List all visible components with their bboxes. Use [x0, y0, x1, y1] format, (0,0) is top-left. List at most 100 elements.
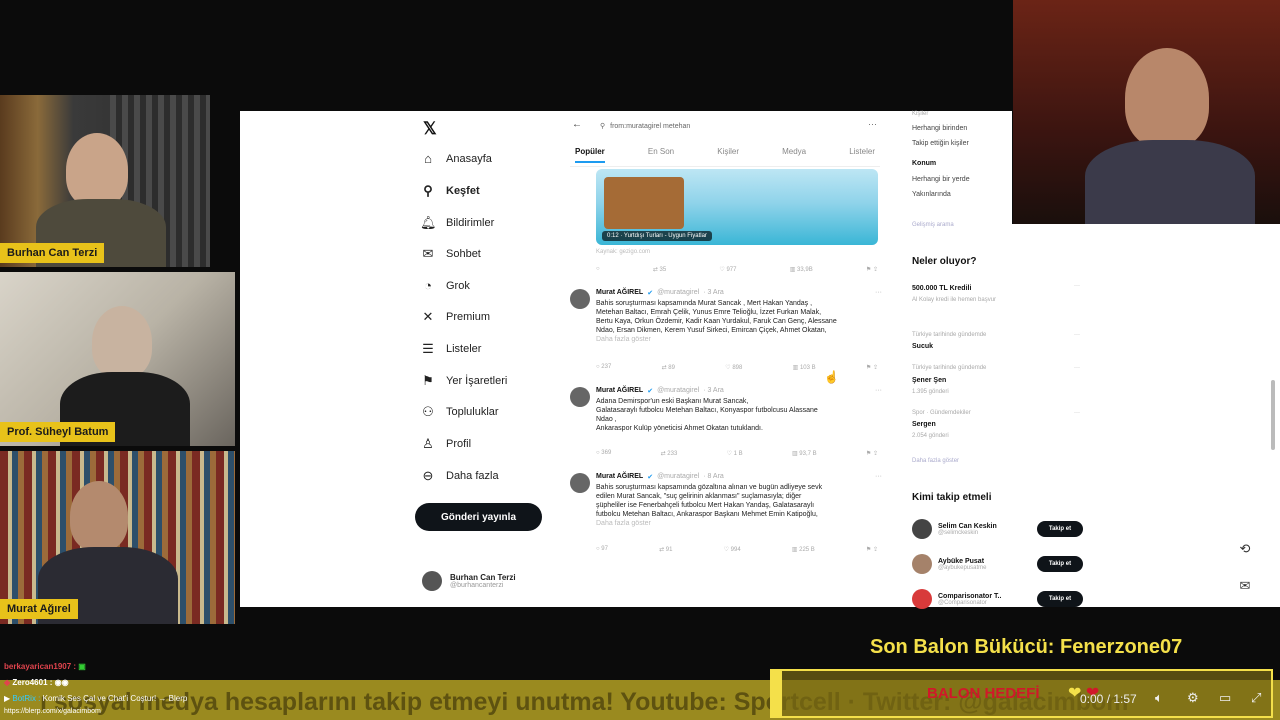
scrollbar[interactable]: [1271, 380, 1275, 450]
fullscreen-icon[interactable]: ⤢: [1251, 690, 1261, 706]
like-button[interactable]: ♡ 898: [725, 364, 742, 371]
nav-bildirimler[interactable]: 🔔︎ Bildirimler: [420, 215, 494, 231]
filter-option[interactable]: Herhangi bir yerde: [912, 176, 970, 183]
nav-grok[interactable]: ◔ Grok: [420, 278, 470, 293]
views-button[interactable]: ▥ 33,9B: [790, 266, 813, 273]
chat-user: berkayarican1907 :: [4, 662, 77, 671]
follow-suggestion[interactable]: Selim Can Keskin @selimckeskin: [912, 519, 997, 539]
bookmark-share-button[interactable]: ⚑ ⇪: [866, 546, 878, 553]
settings-icon[interactable]: ⚙: [1187, 690, 1199, 706]
nav-sohbet[interactable]: ✉ Sohbet: [420, 246, 481, 262]
grok-icon[interactable]: ⟲: [1233, 537, 1257, 561]
chat-user: Zero4601 :: [12, 678, 53, 687]
tweet-line: futbolcu Metehan Baltacı, Ankaraspor Baş…: [596, 511, 818, 518]
view-count: 225 B: [799, 547, 815, 553]
nav-anasayfa[interactable]: ⌂ Anasayfa: [420, 151, 492, 166]
bookmark-share-button[interactable]: ⚑ ⇪: [866, 450, 878, 457]
who-to-follow-title: Kimi takip etmeli: [912, 492, 992, 503]
post-button[interactable]: Gönderi yayınla: [415, 503, 542, 531]
nav-listeler[interactable]: ☰ Listeler: [420, 341, 481, 357]
tab-kisiler[interactable]: Kişiler: [717, 147, 739, 163]
follow-suggestion[interactable]: Comparisonator T.. @Comparisonator: [912, 589, 1001, 609]
show-more-link[interactable]: Daha fazla göster: [596, 335, 881, 344]
chat-message: https://blerp.com/x/galacimbom: [4, 708, 101, 715]
more-icon[interactable]: ···: [875, 387, 882, 394]
nav-premium[interactable]: ✕ Premium: [420, 309, 490, 325]
more-icon[interactable]: ···: [868, 119, 877, 129]
miniplayer-icon[interactable]: ▭: [1219, 690, 1231, 706]
list-icon: ☰: [422, 341, 434, 356]
show-more-link[interactable]: Daha fazla göster: [596, 519, 881, 528]
tab-medya[interactable]: Medya: [782, 147, 806, 163]
reply-button[interactable]: ○ 369: [596, 450, 611, 457]
follow-suggestion[interactable]: Aybüke Pusat @aybukepusatme: [912, 554, 986, 574]
more-icon[interactable]: ···: [1074, 365, 1080, 371]
retweet-button[interactable]: ⇄ 233: [661, 450, 678, 457]
views-button[interactable]: ▥ 103 B: [793, 364, 816, 371]
tweet-handle: @muratagirel: [657, 289, 700, 296]
tweet-line: Adana Demirspor'un eski Başkanı Murat Sa…: [596, 398, 749, 405]
filter-option[interactable]: Yakınlarında: [912, 191, 951, 198]
retweet-count: 89: [668, 365, 675, 371]
tweet-actions: ○ ⇄ 35 ♡ 977 ▥ 33,9B ⚑ ⇪: [596, 266, 878, 273]
retweet-button[interactable]: ⇄ 91: [659, 546, 672, 553]
more-icon[interactable]: ···: [1074, 410, 1080, 416]
more-icon[interactable]: ···: [875, 473, 882, 480]
reply-button[interactable]: ○: [596, 266, 600, 273]
filter-option[interactable]: Takip ettiğin kişiler: [912, 140, 969, 147]
nav-profil[interactable]: ♙ Profil: [420, 436, 471, 452]
show-more-link[interactable]: Daha fazla göster: [912, 458, 959, 464]
grok-icon: ◔: [424, 278, 432, 293]
bookmark-share-button[interactable]: ⚑ ⇪: [866, 364, 878, 371]
retweet-button[interactable]: ⇄ 89: [662, 364, 675, 371]
trend-name[interactable]: Sucuk: [912, 343, 933, 350]
like-button[interactable]: ♡ 1 B: [727, 450, 743, 457]
nav-label: Topluluklar: [446, 406, 499, 418]
x-logo-icon[interactable]: 𝕏: [423, 119, 437, 139]
tab-en-son[interactable]: En Son: [648, 147, 674, 163]
goal-label: BALON HEDEFİ: [927, 685, 1040, 702]
tab-populer[interactable]: Popüler: [575, 147, 605, 163]
search-input[interactable]: ⚲ from:muratagirel metehan: [600, 119, 870, 133]
nav-label: Bildirimler: [446, 217, 495, 229]
views-button[interactable]: ▥ 93,7 B: [792, 450, 817, 457]
chat-text: Komik Ses Çal ve Chat'i Coştur! → Blerp: [42, 694, 188, 703]
volume-icon[interactable]: 🔈︎: [1155, 690, 1163, 706]
filter-option[interactable]: Herhangi birinden: [912, 125, 967, 132]
more-icon[interactable]: ···: [875, 289, 882, 296]
reply-button[interactable]: ○ 237: [596, 364, 611, 371]
media-image: [604, 177, 684, 229]
nav-yer-isaretleri[interactable]: ⚑ Yer İşaretleri: [420, 373, 507, 389]
views-button[interactable]: ▥ 225 B: [792, 546, 815, 553]
avatar: [912, 554, 932, 574]
nav-kesfet[interactable]: ⚲ Keşfet: [420, 183, 479, 199]
reply-count: 237: [601, 364, 612, 370]
like-button[interactable]: ♡ 977: [719, 266, 736, 273]
follow-button[interactable]: Takip et: [1037, 591, 1083, 607]
media-card[interactable]: 0:12 · Yurtdışı Turları - Uygun Fiyatlar: [596, 169, 878, 245]
more-icon[interactable]: ···: [1074, 283, 1080, 289]
emote-icon: ◉◉: [54, 678, 69, 687]
mail-icon: ✉: [422, 246, 434, 261]
nav-topluluklar[interactable]: ⚇ Topluluklar: [420, 404, 499, 420]
reply-button[interactable]: ○ 97: [596, 546, 608, 553]
advanced-search-link[interactable]: Gelişmiş arama: [912, 222, 954, 228]
retweet-button[interactable]: ⇄ 35: [653, 266, 666, 273]
nav-daha-fazla[interactable]: ⊖ Daha fazla: [420, 468, 499, 484]
account-switcher[interactable]: Burhan Can Terzi @burhancanterzi: [422, 571, 516, 591]
trend-name[interactable]: 500.000 TL Kredili: [912, 285, 971, 292]
bookmark-share-button[interactable]: ⚑ ⇪: [866, 266, 878, 273]
back-arrow-icon[interactable]: ←: [572, 119, 582, 130]
like-button[interactable]: ♡ 994: [724, 546, 741, 553]
tweet-time: · 3 Ara: [703, 289, 724, 296]
tweet-text: Adana Demirspor'un eski Başkanı Murat Sa…: [596, 397, 881, 433]
follow-button[interactable]: Takip et: [1037, 521, 1083, 537]
mail-icon[interactable]: ✉: [1233, 574, 1257, 598]
more-icon[interactable]: ···: [1074, 332, 1080, 338]
trend-name[interactable]: Sergen: [912, 421, 936, 428]
badge-icon: ◆: [4, 678, 11, 687]
trend-name[interactable]: Şener Şen: [912, 377, 946, 384]
follow-button[interactable]: Takip et: [1037, 556, 1083, 572]
nav-label: Premium: [446, 311, 491, 323]
tab-listeler[interactable]: Listeler: [849, 147, 875, 163]
